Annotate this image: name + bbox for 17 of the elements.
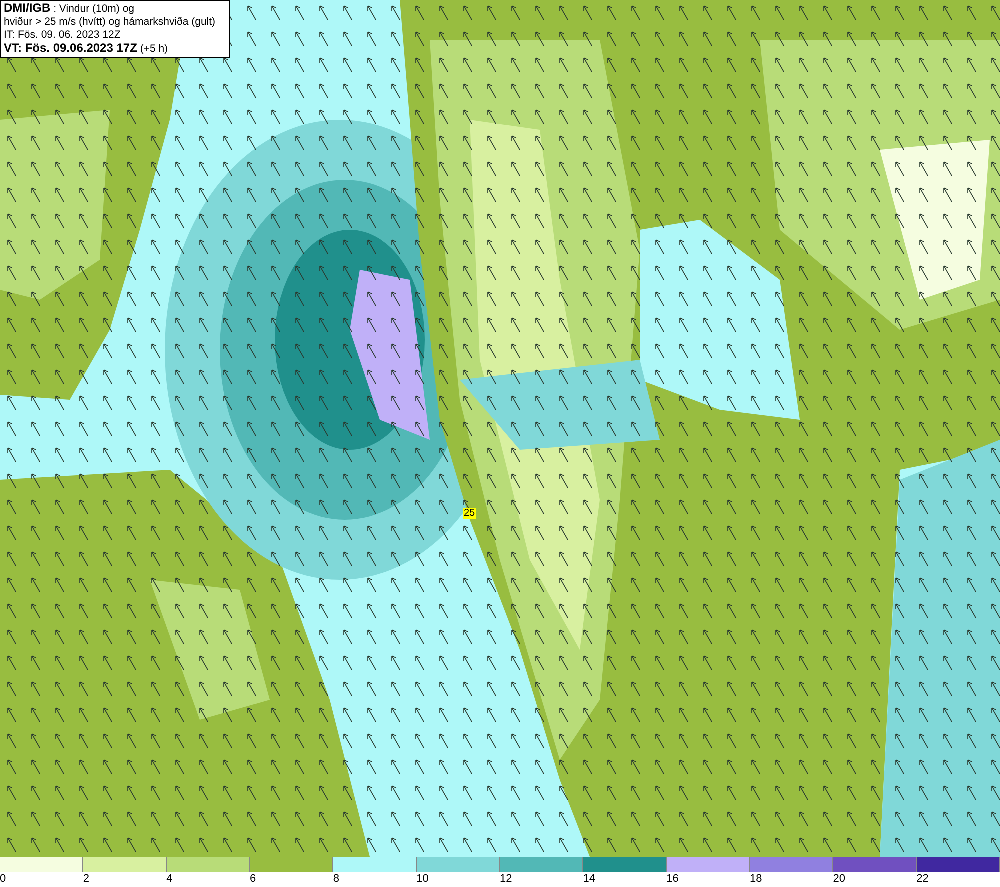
- scale-label: 22: [916, 872, 929, 886]
- header-text: DMI/IGB : Vindur (10m) og: [4, 2, 136, 16]
- scale-label: 6: [250, 872, 256, 886]
- scale-label: 20: [833, 872, 846, 886]
- scale-label: 18: [750, 872, 762, 886]
- scale-label: 16: [666, 872, 679, 886]
- scale-label: 0: [0, 872, 6, 886]
- header-text: hviður > 25 m/s (hvítt) og hámarkshviða (gult): [4, 16, 217, 29]
- header-text: VT: Fös. 09.06.2023 17Z (+5 h): [4, 42, 170, 56]
- scale-label: 8: [333, 872, 340, 886]
- scale-label: 2: [83, 872, 90, 886]
- scale-label: 4: [166, 872, 173, 886]
- scale-label: 10: [416, 872, 429, 886]
- gust-label: 25: [463, 508, 476, 519]
- header-text: IT: Fös. 09. 06. 2023 12Z: [4, 29, 122, 42]
- scale-label: 12: [500, 872, 512, 886]
- scale-label: 14: [583, 872, 596, 886]
